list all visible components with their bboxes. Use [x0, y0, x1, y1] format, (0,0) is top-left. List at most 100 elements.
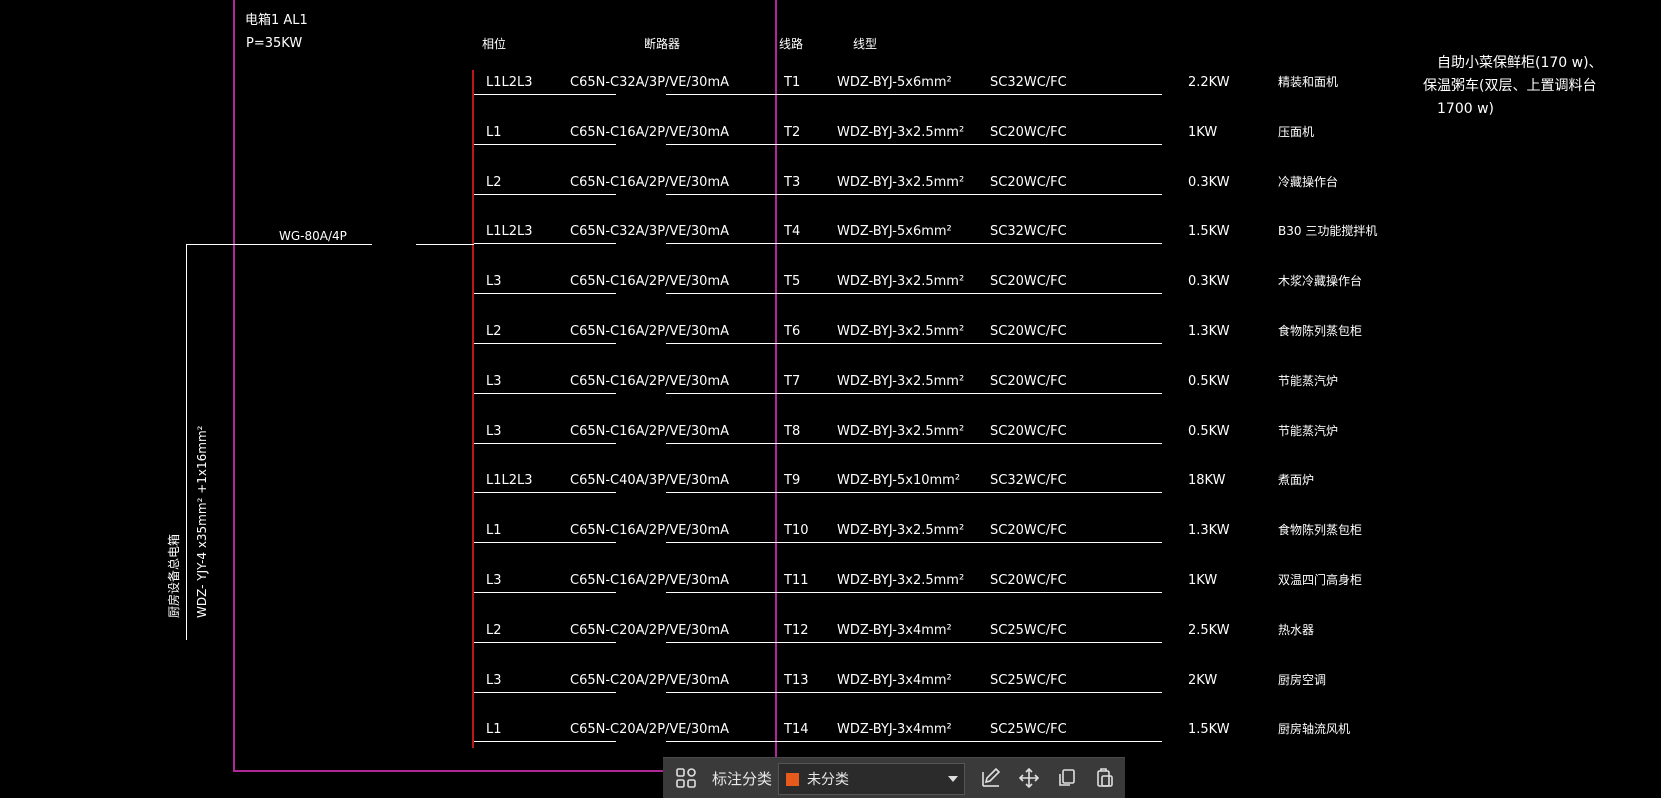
row-power: 18KW: [1188, 473, 1226, 489]
row-phase: L1L2L3: [486, 473, 533, 489]
row-power: 1.3KW: [1188, 523, 1230, 539]
row-line-right: [666, 542, 1162, 544]
incoming-switch-label: WG-80A/4P: [279, 229, 347, 243]
row-power: 2KW: [1188, 672, 1218, 688]
category-select[interactable]: 未分类: [778, 763, 965, 795]
move-icon[interactable]: [1011, 758, 1047, 798]
row-line-left: [474, 293, 616, 295]
row-load: 冷藏操作台: [1278, 174, 1339, 189]
row-cable: WDZ-BYJ-5x6mm²: [837, 75, 952, 90]
row-line-left: [474, 492, 616, 494]
row-circuit: T11: [784, 573, 809, 588]
category-color-swatch: [786, 772, 799, 786]
row-phase: L1: [486, 523, 502, 539]
row-line-right: [666, 392, 1162, 394]
row-phase: L2: [486, 324, 502, 339]
row-cable: WDZ-BYJ-3x2.5mm²: [837, 174, 965, 190]
edit-icon[interactable]: [973, 758, 1009, 798]
row-breaker: C65N-C20A/2P/VE/30mA: [570, 672, 730, 688]
grid-icon[interactable]: [669, 758, 703, 798]
row-load: 木浆冷藏操作台: [1278, 274, 1363, 289]
row-line-right: [666, 691, 1162, 693]
incoming-line-vertical: [186, 244, 187, 640]
row-circuit: T7: [784, 373, 801, 389]
row-line-left: [474, 542, 616, 544]
panel-boundary-bottom: [233, 770, 665, 772]
header-phase: 相位: [482, 37, 507, 51]
row-cable: WDZ-BYJ-5x6mm²: [837, 224, 952, 240]
row-circuit: T3: [784, 174, 801, 190]
row-load: 煮面炉: [1278, 473, 1315, 488]
category-select-value: 未分类: [807, 772, 849, 788]
row-conduit: SC32WC/FC: [990, 473, 1067, 489]
row-phase: L3: [486, 672, 502, 688]
row-line-left: [474, 94, 616, 95]
row-load: 压面机: [1278, 124, 1315, 139]
row-conduit: SC20WC/FC: [990, 523, 1067, 539]
row-load: 食物陈列蒸包柜: [1278, 324, 1363, 338]
row-phase: L2: [486, 622, 502, 638]
row-line-left: [474, 592, 616, 593]
row-circuit: T8: [784, 423, 801, 439]
row-line-left: [474, 741, 616, 743]
row-conduit: SC20WC/FC: [990, 124, 1067, 140]
header-circuit: 线路: [779, 37, 804, 51]
note-line-3: 1700 w): [1437, 101, 1494, 117]
row-cable: WDZ-BYJ-3x2.5mm²: [837, 523, 965, 539]
row-power: 0.5KW: [1188, 373, 1230, 389]
row-load: 双温四门高身柜: [1278, 573, 1363, 587]
row-line-right: [666, 741, 1162, 743]
row-breaker: C65N-C16A/2P/VE/30mA: [570, 423, 730, 439]
row-conduit: SC20WC/FC: [990, 324, 1067, 339]
row-power: 0.5KW: [1188, 423, 1230, 439]
row-line-left: [474, 343, 616, 344]
row-phase: L3: [486, 274, 502, 290]
panel-power: P=35KW: [246, 36, 303, 51]
row-line-left: [474, 442, 616, 444]
row-power: 2.2KW: [1188, 75, 1230, 90]
row-phase: L3: [486, 423, 502, 439]
row-power: 0.3KW: [1188, 274, 1230, 290]
row-breaker: C65N-C40A/3P/VE/30mA: [570, 473, 730, 489]
row-circuit: T14: [784, 722, 809, 738]
row-breaker: C65N-C16A/2P/VE/30mA: [570, 274, 730, 290]
row-cable: WDZ-BYJ-5x10mm²: [837, 473, 961, 489]
row-load: 精装和面机: [1278, 75, 1339, 89]
row-conduit: SC32WC/FC: [990, 75, 1067, 90]
row-load: 节能蒸汽炉: [1278, 373, 1339, 388]
row-power: 1KW: [1188, 124, 1218, 140]
row-line-right: [666, 641, 1162, 643]
row-line-left: [474, 193, 616, 195]
row-cable: WDZ-BYJ-3x4mm²: [837, 622, 952, 638]
row-cable: WDZ-BYJ-3x4mm²: [837, 672, 952, 688]
row-breaker: C65N-C16A/2P/VE/30mA: [570, 523, 730, 539]
row-cable: WDZ-BYJ-3x2.5mm²: [837, 573, 965, 588]
row-circuit: T2: [784, 124, 801, 140]
row-breaker: C65N-C20A/2P/VE/30mA: [570, 622, 730, 638]
row-cable: WDZ-BYJ-3x4mm²: [837, 722, 952, 738]
row-breaker: C65N-C20A/2P/VE/30mA: [570, 722, 730, 738]
row-breaker: C65N-C16A/2P/VE/30mA: [570, 324, 730, 339]
row-circuit: T13: [784, 672, 809, 688]
row-phase: L1: [486, 722, 502, 738]
row-line-right: [666, 442, 1162, 444]
row-circuit: T12: [784, 622, 809, 638]
row-cable: WDZ-BYJ-3x2.5mm²: [837, 274, 965, 290]
row-conduit: SC20WC/FC: [990, 573, 1067, 588]
row-line-right: [666, 94, 1162, 95]
row-line-right: [666, 243, 1162, 245]
row-circuit: T4: [784, 224, 801, 240]
row-conduit: SC20WC/FC: [990, 174, 1067, 190]
panel-boundary-mid: [775, 0, 777, 771]
note-line-1: 自助小菜保鲜柜(170 w)、: [1437, 55, 1603, 71]
incoming-line-left: [186, 244, 372, 245]
header-cable: 线型: [853, 37, 878, 51]
row-conduit: SC25WC/FC: [990, 722, 1067, 738]
row-load: 热水器: [1278, 622, 1315, 637]
row-breaker: C65N-C16A/2P/VE/30mA: [570, 373, 730, 389]
paste-icon[interactable]: [1087, 758, 1123, 798]
row-phase: L3: [486, 373, 502, 389]
row-phase: L3: [486, 573, 502, 588]
copy-icon[interactable]: [1049, 758, 1085, 798]
row-power: 0.3KW: [1188, 174, 1230, 190]
